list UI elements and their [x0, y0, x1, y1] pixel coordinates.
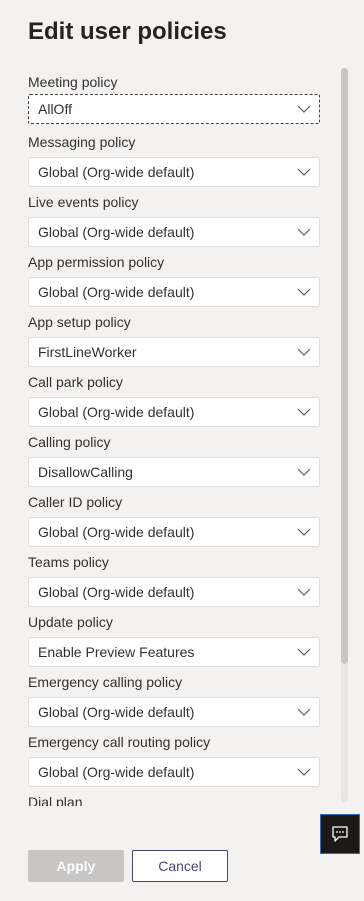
app-setup-policy-dropdown[interactable]: FirstLineWorker	[28, 337, 320, 367]
scrollbar-thumb[interactable]	[341, 68, 348, 664]
field-meeting-policy: Meeting policy AllOff	[28, 72, 320, 124]
cancel-button[interactable]: Cancel	[132, 850, 228, 882]
field-calling-policy: Calling policy DisallowCalling	[28, 432, 320, 487]
dropdown-value: Global (Org-wide default)	[38, 284, 195, 300]
live-events-policy-dropdown[interactable]: Global (Org-wide default)	[28, 217, 320, 247]
field-label: Messaging policy	[28, 134, 136, 150]
messaging-policy-dropdown[interactable]: Global (Org-wide default)	[28, 157, 320, 187]
field-app-permission-policy: App permission policy Global (Org-wide d…	[28, 252, 320, 307]
field-label: Dial plan	[28, 794, 83, 806]
field-caller-id-policy: Caller ID policy Global (Org-wide defaul…	[28, 492, 320, 547]
feedback-icon	[332, 826, 348, 842]
field-label: Emergency calling policy	[28, 674, 183, 690]
chevron-down-icon	[297, 168, 311, 176]
field-label: Caller ID policy	[28, 494, 123, 510]
calling-policy-dropdown[interactable]: DisallowCalling	[28, 457, 320, 487]
dropdown-value: Global (Org-wide default)	[38, 524, 195, 540]
dropdown-value: Global (Org-wide default)	[38, 584, 195, 600]
dropdown-value: Global (Org-wide default)	[38, 224, 195, 240]
dropdown-value: Enable Preview Features	[38, 644, 195, 660]
call-park-policy-dropdown[interactable]: Global (Org-wide default)	[28, 397, 320, 427]
field-update-policy: Update policy Enable Preview Features	[28, 612, 320, 667]
field-label: Live events policy	[28, 194, 139, 210]
field-label: Update policy	[28, 614, 113, 630]
field-app-setup-policy: App setup policy FirstLineWorker	[28, 312, 320, 367]
field-teams-policy: Teams policy Global (Org-wide default)	[28, 552, 320, 607]
dropdown-value: FirstLineWorker	[38, 344, 137, 360]
chevron-down-icon	[297, 768, 311, 776]
chevron-down-icon	[297, 588, 311, 596]
field-emergency-call-routing-policy: Emergency call routing policy Global (Or…	[28, 732, 320, 787]
dropdown-value: Global (Org-wide default)	[38, 404, 195, 420]
panel-title: Edit user policies	[28, 18, 227, 45]
emergency-call-routing-policy-dropdown[interactable]: Global (Org-wide default)	[28, 757, 320, 787]
field-label: App permission policy	[28, 254, 165, 270]
policy-list: Meeting policy AllOff Messaging policy G…	[0, 62, 364, 806]
chevron-down-icon	[297, 708, 311, 716]
teams-policy-dropdown[interactable]: Global (Org-wide default)	[28, 577, 320, 607]
scrollbar[interactable]	[341, 68, 348, 802]
field-label: Teams policy	[28, 554, 109, 570]
field-call-park-policy: Call park policy Global (Org-wide defaul…	[28, 372, 320, 427]
chevron-down-icon	[297, 288, 311, 296]
field-label: Calling policy	[28, 434, 111, 450]
field-label: Emergency call routing policy	[28, 734, 211, 750]
field-dial-plan: Dial plan	[28, 792, 320, 806]
dropdown-value: Global (Org-wide default)	[38, 764, 195, 780]
field-label: Meeting policy	[28, 74, 118, 90]
chevron-down-icon	[297, 408, 311, 416]
app-permission-policy-dropdown[interactable]: Global (Org-wide default)	[28, 277, 320, 307]
dropdown-value: Global (Org-wide default)	[38, 164, 195, 180]
chevron-down-icon	[297, 648, 311, 656]
field-label: App setup policy	[28, 314, 131, 330]
field-label: Call park policy	[28, 374, 123, 390]
field-emergency-calling-policy: Emergency calling policy Global (Org-wid…	[28, 672, 320, 727]
dropdown-value: Global (Org-wide default)	[38, 704, 195, 720]
chevron-down-icon	[297, 105, 311, 113]
chevron-down-icon	[297, 528, 311, 536]
dropdown-value: AllOff	[38, 101, 72, 117]
caller-id-policy-dropdown[interactable]: Global (Org-wide default)	[28, 517, 320, 547]
chevron-down-icon	[297, 228, 311, 236]
field-messaging-policy: Messaging policy Global (Org-wide defaul…	[28, 132, 320, 187]
emergency-calling-policy-dropdown[interactable]: Global (Org-wide default)	[28, 697, 320, 727]
meeting-policy-dropdown[interactable]: AllOff	[28, 94, 320, 124]
update-policy-dropdown[interactable]: Enable Preview Features	[28, 637, 320, 667]
chevron-down-icon	[297, 348, 311, 356]
chevron-down-icon	[297, 468, 311, 476]
feedback-button[interactable]	[320, 814, 360, 854]
field-live-events-policy: Live events policy Global (Org-wide defa…	[28, 192, 320, 247]
dropdown-value: DisallowCalling	[38, 464, 133, 480]
apply-button[interactable]: Apply	[28, 850, 124, 882]
